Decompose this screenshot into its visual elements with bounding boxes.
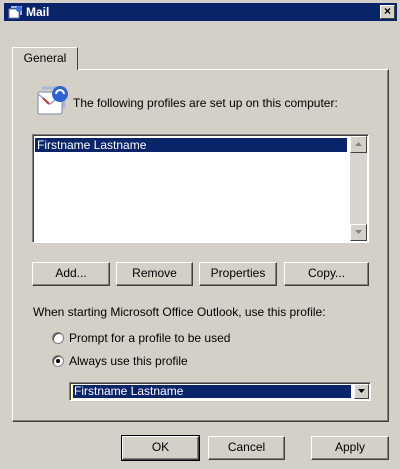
copy-profile-label: Copy... [307,266,346,280]
add-profile-button[interactable]: Add... [32,262,110,286]
profiles-scrollbar[interactable] [350,136,367,241]
radio-unchecked-icon[interactable] [52,332,64,344]
cancel-label: Cancel [227,440,266,454]
profiles-intro-text: The following profiles are set up on thi… [73,96,338,110]
profiles-listbox[interactable]: Firstname Lastname [32,134,369,243]
cancel-button[interactable]: Cancel [208,436,285,460]
apply-button[interactable]: Apply [311,436,389,460]
remove-profile-button[interactable]: Remove [116,262,193,286]
ok-button[interactable]: OK [121,435,200,461]
remove-profile-label: Remove [132,266,177,280]
profile-name: Firstname Lastname [37,138,147,152]
radio-dot-icon [56,359,60,363]
mail-profiles-icon [34,82,70,118]
add-profile-label: Add... [55,266,87,280]
close-icon: × [383,4,391,18]
chevron-down-icon [358,389,365,393]
startup-profile-label: When starting Microsoft Office Outlook, … [33,305,326,319]
copy-profile-button[interactable]: Copy... [284,262,369,286]
tab-general[interactable]: General [12,47,78,70]
profile-select-dropdown-button[interactable] [354,384,369,399]
profile-select-value: Firstname Lastname [72,384,352,399]
profile-properties-button[interactable]: Properties [199,262,277,286]
arrow-up-icon [355,142,362,146]
scroll-up-button[interactable] [350,136,367,153]
ok-label: OK [151,440,170,454]
arrow-down-icon [355,230,362,234]
always-profile-label: Always use this profile [69,354,188,368]
radio-checked-icon[interactable] [52,355,64,367]
tab-general-label: General [23,51,67,65]
window-title: Mail [26,5,50,19]
title-bar[interactable]: Mail × [4,3,397,21]
profile-select[interactable]: Firstname Lastname [69,382,371,401]
apply-label: Apply [334,440,366,454]
prompt-profile-label: Prompt for a profile to be used [69,331,231,345]
close-button[interactable]: × [380,5,395,19]
profile-properties-label: Properties [210,266,266,280]
list-item[interactable]: Firstname Lastname [35,138,347,152]
general-tab-panel [12,69,389,422]
scroll-down-button[interactable] [350,224,367,241]
mail-dialog: Mail × General The following profiles ar… [0,0,400,469]
mail-app-icon [8,4,24,20]
